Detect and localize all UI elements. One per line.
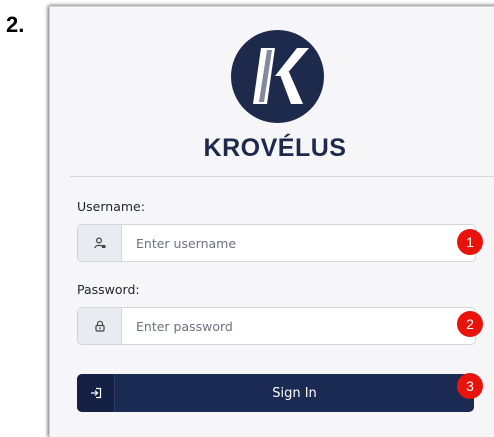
login-card: KROVÉLUS Username: Password: — [49, 6, 494, 437]
annotation-badge-1: 1 — [457, 229, 483, 255]
username-input[interactable] — [122, 225, 475, 261]
step-number: 2. — [6, 12, 25, 37]
password-group — [77, 307, 476, 345]
username-group — [77, 224, 476, 262]
divider — [70, 176, 494, 177]
password-input[interactable] — [122, 308, 475, 344]
brand-logo — [231, 30, 324, 123]
brand-name: KROVÉLUS — [203, 134, 347, 162]
password-label: Password: — [77, 282, 140, 297]
lock-icon — [78, 308, 122, 344]
annotation-badge-3: 3 — [457, 373, 483, 399]
sign-in-label: Sign In — [272, 385, 317, 401]
username-label: Username: — [77, 199, 145, 214]
annotation-badge-2: 2 — [457, 311, 483, 337]
sign-in-button[interactable]: Sign In — [77, 374, 474, 412]
user-icon — [78, 225, 122, 261]
sign-in-icon — [77, 374, 115, 412]
